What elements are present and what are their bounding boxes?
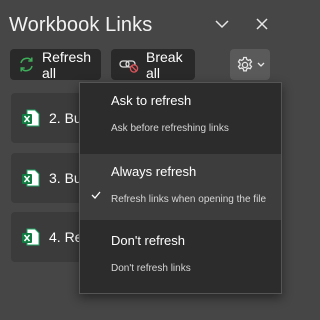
collapse-button[interactable]	[210, 12, 234, 36]
menu-item-description: Ask before refreshing links	[111, 123, 229, 134]
chevron-down-icon	[215, 19, 229, 28]
break-all-button[interactable]: Break all	[111, 48, 195, 81]
refresh-icon	[18, 56, 35, 73]
menu-item-description: Don't refresh links	[111, 263, 191, 274]
break-all-label: Break all	[146, 48, 183, 81]
menu-item-always-refresh[interactable]: Always refresh Refresh links when openin…	[80, 154, 281, 220]
excel-file-icon	[21, 168, 41, 188]
menu-item-title: Ask to refresh	[111, 93, 192, 108]
link-label: 4. Re	[49, 229, 83, 245]
panel-title: Workbook Links	[9, 14, 153, 36]
menu-item-ask-to-refresh[interactable]: Ask to refresh Ask before refreshing lin…	[80, 83, 281, 149]
refresh-options-menu: Ask to refresh Ask before refreshing lin…	[79, 82, 282, 294]
break-link-icon	[119, 56, 139, 73]
refresh-all-button[interactable]: Refresh all	[10, 48, 101, 81]
refresh-all-label: Refresh all	[42, 48, 92, 81]
link-label: 2. Bu	[49, 110, 82, 126]
excel-file-icon	[21, 227, 41, 247]
close-icon	[256, 18, 268, 30]
menu-item-dont-refresh[interactable]: Don't refresh Don't refresh links	[80, 223, 281, 289]
chevron-down-icon	[257, 62, 264, 67]
menu-item-title: Don't refresh	[111, 233, 186, 248]
excel-file-icon	[21, 108, 41, 128]
menu-item-description: Refresh links when opening the file	[111, 194, 267, 205]
close-button[interactable]	[250, 12, 274, 36]
menu-item-title: Always refresh	[111, 164, 197, 179]
gear-icon	[237, 56, 252, 72]
checkmark-icon	[91, 186, 101, 204]
link-label: 3. Bu	[49, 170, 82, 186]
settings-button[interactable]	[230, 49, 270, 80]
